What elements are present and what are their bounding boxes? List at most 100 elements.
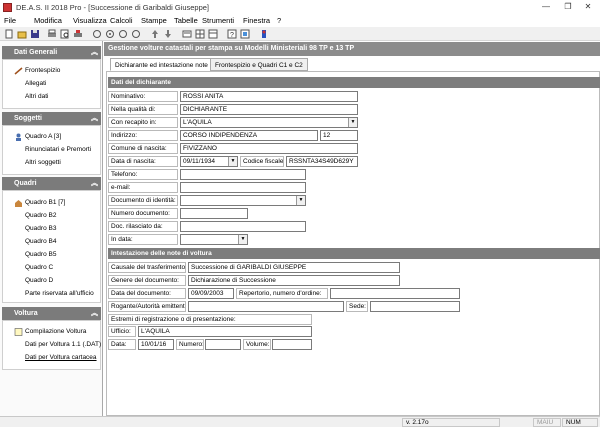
preview-icon[interactable]	[60, 29, 70, 39]
chevron-down-icon[interactable]: ▼	[238, 235, 247, 244]
indirizzo-field[interactable]: CORSO INDIPENDENZA	[180, 130, 318, 141]
chevron-down-icon[interactable]: ▼	[296, 196, 305, 205]
menu-modifica[interactable]: Modifica	[34, 16, 62, 25]
section-voltura[interactable]: Voltura ︽	[2, 307, 101, 320]
nominativo-field[interactable]: ROSSI ANITA	[180, 91, 358, 102]
chevron-down-icon[interactable]: ▼	[348, 118, 357, 127]
open-folder-icon[interactable]	[17, 29, 27, 39]
rilasciato-field[interactable]	[180, 221, 306, 232]
table-icon[interactable]	[208, 29, 218, 39]
chevron-up-icon[interactable]: ︽	[91, 46, 98, 59]
section-body: Quadro B1 [7] Quadro B2 Quadro B3 Quadro…	[2, 190, 101, 303]
data-registrazione-label: Data:	[108, 339, 136, 350]
help-icon[interactable]: ?	[227, 29, 237, 39]
sidebar-item-dati-voltura-dat[interactable]: Dati per Voltura 1.1 (.DAT)	[25, 341, 101, 348]
save-icon[interactable]	[30, 29, 40, 39]
tab-dichiarante[interactable]: Dichiarante ed intestazione note	[110, 58, 213, 71]
documento-select[interactable]: ▼	[180, 195, 306, 206]
data-nascita-label: Data di nascita:	[108, 156, 178, 167]
chevron-up-icon[interactable]: ︽	[91, 177, 98, 190]
indirizzo-label: Indirizzo:	[108, 130, 178, 141]
sede-label: Sede:	[346, 301, 368, 312]
menu-tabelle[interactable]: Tabelle	[174, 16, 198, 25]
menu-calcoli[interactable]: Calcoli	[110, 16, 133, 25]
qualita-field[interactable]: DICHIARANTE	[180, 104, 358, 115]
minimize-button[interactable]: —	[536, 1, 556, 13]
sidebar-item-quadro-b5[interactable]: Quadro B5	[25, 251, 56, 258]
sidebar-item-quadro-c[interactable]: Quadro C	[25, 264, 53, 271]
sidebar-item-rinunciatari[interactable]: Rinunciatari e Premorti	[25, 146, 91, 153]
data-registrazione-field[interactable]: 10/01/16	[138, 339, 174, 350]
sidebar-item-quadro-a[interactable]: Quadro A [3]	[25, 133, 61, 140]
sidebar-item-quadro-b3[interactable]: Quadro B3	[25, 225, 56, 232]
status-version: v. 2.17o	[402, 418, 500, 427]
sidebar-item-parte-riservata[interactable]: Parte riservata all'ufficio	[25, 290, 94, 297]
volume-field[interactable]	[272, 339, 312, 350]
calc-icon[interactable]	[92, 29, 102, 39]
menu-finestra[interactable]: Finestra	[243, 16, 270, 25]
arrow-down-icon[interactable]	[163, 29, 173, 39]
sidebar-item-dati-voltura-cartacea[interactable]: Dati per Voltura cartacea	[25, 354, 97, 361]
section-body: Compilazione Voltura Dati per Voltura 1.…	[2, 320, 101, 370]
sidebar-item-quadro-b4[interactable]: Quadro B4	[25, 238, 56, 245]
chevron-up-icon[interactable]: ︽	[91, 112, 98, 125]
section-body: Frontespizio Allegati Altri dati	[2, 59, 101, 109]
section-dati-generali[interactable]: Dati Generali ︽	[2, 46, 101, 59]
sidebar-item-quadro-b1[interactable]: Quadro B1 [7]	[25, 199, 65, 206]
data-nascita-picker[interactable]: 09/11/1934 ▼	[180, 156, 238, 167]
genere-field[interactable]: Dichiarazione di Successione	[188, 275, 400, 286]
codice-fiscale-label: Codice fiscale:	[240, 156, 284, 167]
menu-file[interactable]: File	[4, 16, 16, 25]
app-icon	[3, 3, 12, 12]
settings-icon[interactable]	[105, 29, 115, 39]
causale-field[interactable]: Successione di GARIBALDI GIUSEPPE	[188, 262, 400, 273]
menu-strumenti[interactable]: Strumenti	[202, 16, 234, 25]
sidebar-item-quadro-b2[interactable]: Quadro B2	[25, 212, 56, 219]
sidebar-item-allegati[interactable]: Allegati	[25, 80, 46, 87]
recapito-select[interactable]: L'AQUILA ▼	[180, 117, 358, 128]
rogante-field[interactable]	[188, 301, 344, 312]
numero-documento-field[interactable]	[180, 208, 248, 219]
sidebar-item-altri-dati[interactable]: Altri dati	[25, 93, 48, 100]
tool2-icon[interactable]	[131, 29, 141, 39]
form-icon[interactable]	[182, 29, 192, 39]
sidebar-item-altri-soggetti[interactable]: Altri soggetti	[25, 159, 61, 166]
chevron-up-icon[interactable]: ︽	[91, 307, 98, 320]
sede-field[interactable]	[370, 301, 460, 312]
close-button[interactable]: ✕	[578, 1, 598, 13]
codice-fiscale-field[interactable]: RSSNTA34S49D629Y	[286, 156, 358, 167]
section-soggetti[interactable]: Soggetti ︽	[2, 112, 101, 125]
chevron-down-icon[interactable]: ▼	[228, 157, 237, 166]
ufficio-field[interactable]: L'AQUILA	[138, 326, 312, 337]
tool-icon[interactable]	[118, 29, 128, 39]
menu-help[interactable]: ?	[277, 16, 281, 25]
tab-frontespizio[interactable]: Frontespizio e Quadri C1 e C2	[210, 58, 308, 71]
menu-visualizza[interactable]: Visualizza	[73, 16, 107, 25]
info-icon[interactable]	[240, 29, 250, 39]
status-bar: v. 2.17o MAIU NUM	[0, 416, 600, 427]
sidebar-item-quadro-d[interactable]: Quadro D	[25, 277, 53, 284]
new-file-icon[interactable]	[4, 29, 14, 39]
civico-field[interactable]: 12	[320, 130, 358, 141]
in-data-picker[interactable]: ▼	[180, 234, 248, 245]
telefono-field[interactable]	[180, 169, 306, 180]
menu-bar: File Modifica Visualizza Calcoli Stampe …	[0, 15, 600, 27]
email-field[interactable]	[180, 182, 306, 193]
menu-stampe[interactable]: Stampe	[141, 16, 167, 25]
exit-icon[interactable]	[259, 29, 269, 39]
print-setup-icon[interactable]	[73, 29, 83, 39]
section-quadri[interactable]: Quadri ︽	[2, 177, 101, 190]
repertorio-field[interactable]	[330, 288, 460, 299]
grid-icon[interactable]	[195, 29, 205, 39]
numero-registrazione-label: Numero:	[176, 339, 204, 350]
sidebar-item-compilazione-voltura[interactable]: Compilazione Voltura	[25, 328, 86, 335]
numero-registrazione-field[interactable]	[205, 339, 241, 350]
section-body: Quadro A [3] Rinunciatari e Premorti Alt…	[2, 125, 101, 175]
genere-label: Genere del documento:	[108, 275, 186, 286]
maximize-button[interactable]: ❐	[558, 1, 578, 13]
arrow-up-icon[interactable]	[150, 29, 160, 39]
data-documento-field[interactable]: 09/09/2003	[188, 288, 234, 299]
sidebar-item-frontespizio[interactable]: Frontespizio	[25, 67, 60, 74]
comune-field[interactable]: FIVIZZANO	[180, 143, 358, 154]
print-icon[interactable]	[47, 29, 57, 39]
